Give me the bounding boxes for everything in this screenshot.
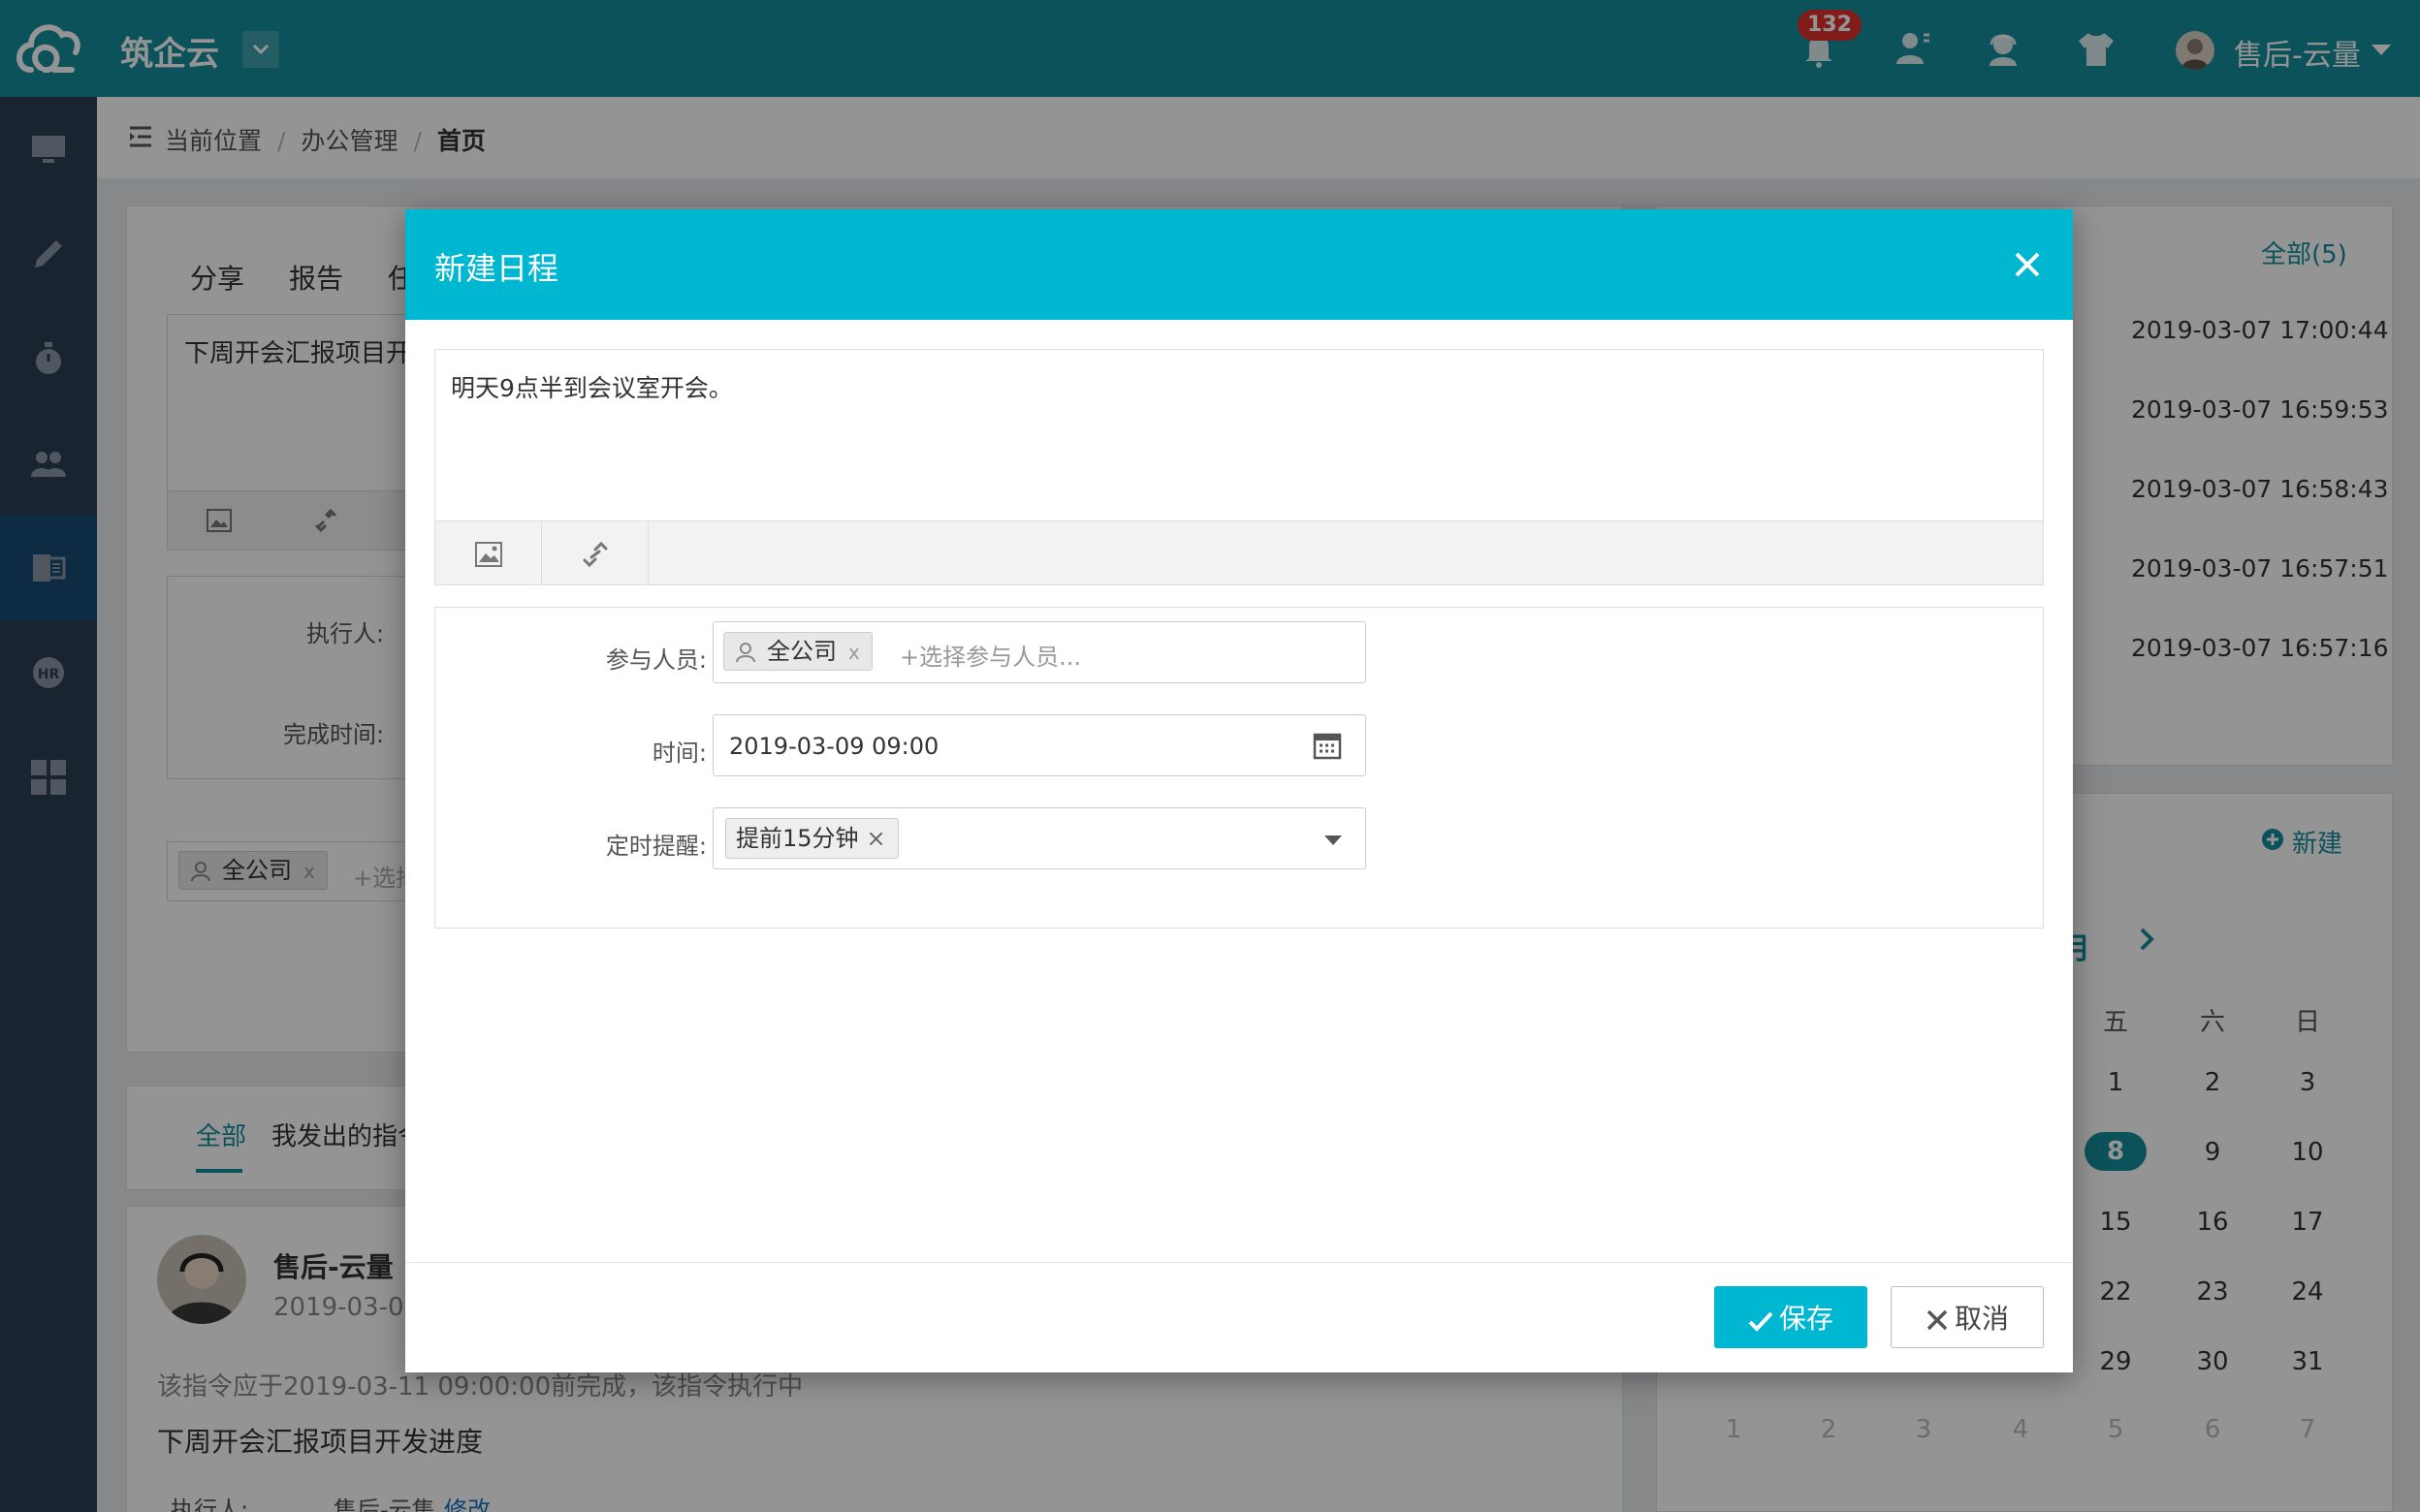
dialog-footer: 保存 取消 bbox=[405, 1262, 2073, 1372]
close-icon bbox=[1926, 1309, 1948, 1331]
dialog-header: 新建日程 bbox=[405, 209, 2073, 320]
insert-link-button[interactable] bbox=[542, 521, 649, 585]
calendar-icon[interactable] bbox=[1313, 731, 1342, 760]
participant-tag-label: 全公司 bbox=[767, 638, 837, 665]
time-label: 时间: bbox=[652, 740, 707, 767]
time-input[interactable]: 2019-03-09 09:00 bbox=[713, 714, 1366, 776]
user-icon bbox=[736, 643, 755, 663]
schedule-form: 参与人员: 全公司 x +选择参与人员... 时间: 2019-03-09 09:… bbox=[434, 607, 2044, 929]
insert-image-button[interactable] bbox=[435, 521, 542, 585]
image-icon bbox=[475, 542, 502, 567]
participant-tag: 全公司 x bbox=[723, 632, 873, 671]
participants-select[interactable]: 全公司 x +选择参与人员... bbox=[713, 621, 1366, 683]
save-button-label: 保存 bbox=[1778, 1303, 1833, 1335]
new-schedule-dialog: 新建日程 明天9点半到会议室开会。 参与人员: 全公司 x +选择参与人员... … bbox=[405, 209, 2073, 1372]
schedule-content-editor[interactable]: 明天9点半到会议室开会。 bbox=[434, 349, 2044, 585]
reminder-select[interactable]: 提前15分钟 × bbox=[713, 807, 1366, 869]
time-value: 2019-03-09 09:00 bbox=[729, 733, 939, 760]
participants-label: 参与人员: bbox=[605, 646, 707, 674]
participants-placeholder: +选择参与人员... bbox=[900, 644, 1081, 671]
caret-down-icon[interactable] bbox=[1324, 835, 1342, 845]
dialog-title: 新建日程 bbox=[434, 250, 559, 287]
check-icon bbox=[1748, 1311, 1773, 1332]
schedule-content-text: 明天9点半到会议室开会。 bbox=[451, 374, 733, 402]
reminder-tag-label: 提前15分钟 bbox=[736, 825, 859, 852]
save-button[interactable]: 保存 bbox=[1714, 1286, 1867, 1348]
cancel-button[interactable]: 取消 bbox=[1891, 1286, 2044, 1348]
reminder-label: 定时提醒: bbox=[605, 833, 707, 860]
close-icon[interactable] bbox=[2011, 248, 2044, 281]
reminder-tag: 提前15分钟 × bbox=[725, 818, 899, 859]
link-icon bbox=[583, 541, 608, 568]
editor-toolbar bbox=[435, 520, 2043, 585]
cancel-button-label: 取消 bbox=[1954, 1303, 2009, 1335]
reminder-tag-remove[interactable]: × bbox=[867, 825, 886, 852]
participant-tag-remove[interactable]: x bbox=[848, 641, 860, 664]
